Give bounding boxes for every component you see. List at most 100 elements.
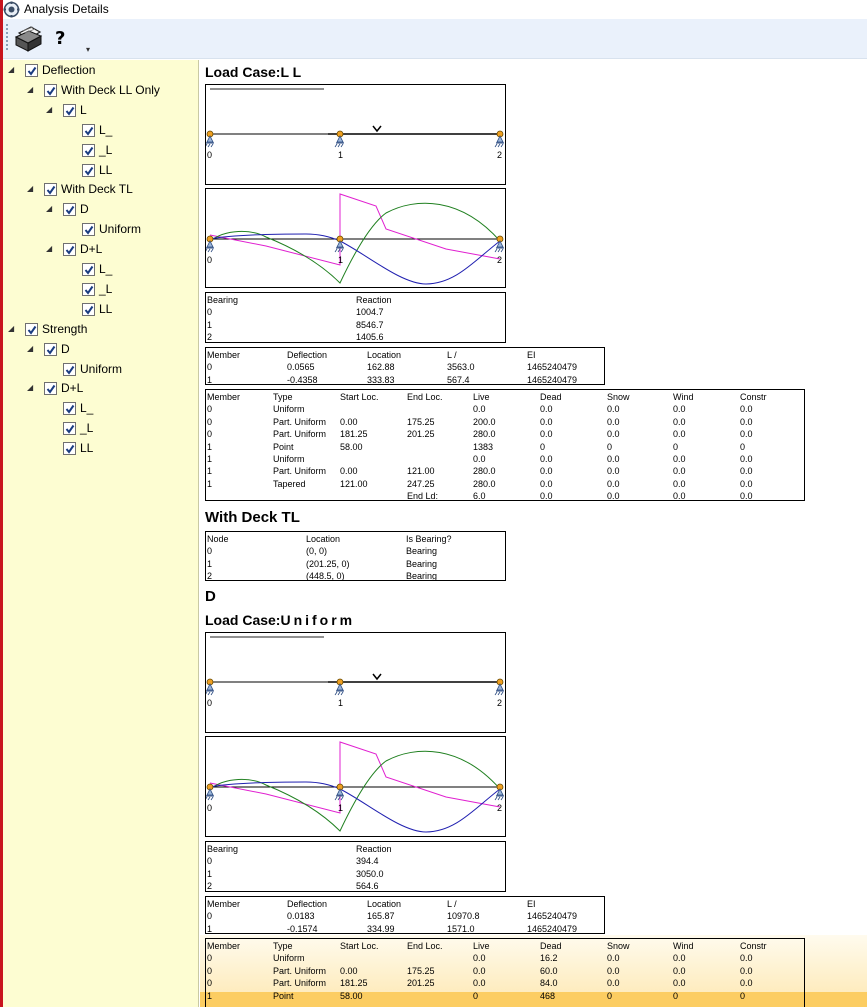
tree-checkbox[interactable] bbox=[82, 163, 95, 177]
table-cell: 0.0 bbox=[607, 491, 620, 502]
table-cell: 0.0 bbox=[607, 466, 620, 477]
table-cell: 0 bbox=[207, 856, 213, 867]
tree-checkbox[interactable] bbox=[44, 382, 57, 396]
tree-checkbox[interactable] bbox=[44, 342, 57, 356]
tree-checkbox[interactable] bbox=[63, 362, 76, 376]
tree-checkbox[interactable] bbox=[63, 442, 76, 456]
table-cell: Tapered bbox=[273, 478, 306, 489]
table-header-cell: Start Loc. bbox=[340, 941, 379, 951]
tree-checkbox[interactable] bbox=[63, 243, 76, 257]
table-cell: 0.0 bbox=[473, 404, 486, 415]
table-cell: (0, 0) bbox=[306, 546, 328, 557]
table-cell: 0.0 bbox=[540, 429, 553, 440]
table-cell: 0.0 bbox=[473, 978, 486, 989]
collapse-arrow-icon[interactable]: ◢ bbox=[27, 379, 37, 397]
table-cell: 0.0 bbox=[673, 429, 686, 440]
tree-checkbox[interactable] bbox=[44, 183, 57, 197]
table-cell: 280.0 bbox=[473, 466, 496, 477]
tree-checkbox[interactable] bbox=[63, 203, 76, 217]
tree-checkbox[interactable] bbox=[82, 123, 95, 137]
tree-checkbox[interactable] bbox=[63, 103, 76, 117]
table-header-cell: Dead bbox=[540, 392, 562, 402]
table-header-cell: Snow bbox=[607, 941, 630, 951]
table-cell: 0.0 bbox=[607, 953, 620, 964]
collapse-arrow-icon[interactable]: ◢ bbox=[27, 180, 37, 198]
tree-checkbox[interactable] bbox=[25, 64, 38, 77]
tree-node-label: LL bbox=[99, 301, 113, 316]
beam-svg: 0 1 2 bbox=[206, 88, 504, 160]
table-header-cell: Location bbox=[367, 350, 402, 360]
table-cell: 0.0 bbox=[740, 404, 753, 415]
toolbar-grip[interactable] bbox=[6, 24, 8, 52]
table-cell: 247.25 bbox=[407, 478, 435, 489]
node-label: 2 bbox=[497, 803, 502, 813]
table-cell: 0.0 bbox=[740, 429, 753, 440]
table-cell: Bearing bbox=[406, 546, 438, 557]
table-header-cell: Dead bbox=[540, 941, 562, 951]
support-icon bbox=[206, 130, 214, 148]
tree-checkbox[interactable] bbox=[82, 282, 95, 296]
collapse-arrow-icon[interactable]: ◢ bbox=[27, 340, 37, 358]
tree-node-label: D bbox=[80, 202, 89, 217]
table-cell: 0.0 bbox=[473, 965, 486, 976]
table-cell: 0.0565 bbox=[287, 362, 315, 373]
deflection-curve bbox=[209, 233, 501, 285]
collapse-arrow-icon[interactable]: ◢ bbox=[27, 81, 37, 99]
table-cell: 121.00 bbox=[407, 466, 435, 477]
collapse-arrow-icon[interactable]: ◢ bbox=[46, 200, 56, 218]
table-header-cell: Type bbox=[273, 392, 293, 402]
tree-node-label: Uniform bbox=[80, 361, 123, 376]
tree-checkbox[interactable] bbox=[82, 263, 95, 276]
load-case-heading-uniform: Load Case:Uniform bbox=[205, 612, 355, 628]
print-icon[interactable] bbox=[13, 23, 43, 53]
beam-svg: 0 1 2 bbox=[206, 636, 504, 708]
table-cell: 165.87 bbox=[367, 911, 395, 922]
table-cell: 0.0 bbox=[673, 965, 686, 976]
tree-checkbox[interactable] bbox=[82, 302, 95, 316]
deflection-plot: 0 1 2 bbox=[205, 188, 506, 288]
node-label: 1 bbox=[338, 698, 343, 708]
tree-checkbox[interactable] bbox=[82, 143, 95, 157]
support-icon bbox=[206, 783, 214, 801]
table-cell: 1 bbox=[207, 478, 213, 489]
point-load-arrow bbox=[372, 125, 382, 133]
tree-node-label: D+L bbox=[80, 242, 103, 257]
toolbar-overflow-icon[interactable]: ▾ bbox=[86, 45, 90, 54]
table-header-cell: EI bbox=[527, 350, 536, 360]
tree-checkbox[interactable] bbox=[63, 402, 76, 416]
table-cell: Uniform bbox=[273, 953, 305, 964]
table-cell: 0.0 bbox=[673, 454, 686, 464]
collapse-arrow-icon[interactable]: ◢ bbox=[8, 61, 18, 79]
table-cell: 0 bbox=[207, 429, 213, 440]
table-cell: 1 bbox=[207, 923, 213, 934]
table-cell: 84.0 bbox=[540, 978, 558, 989]
table-cell: 0 bbox=[607, 990, 613, 1001]
table-cell: End Ld: bbox=[407, 491, 439, 502]
tree-checkbox[interactable] bbox=[44, 83, 57, 97]
table-cell: 1 bbox=[207, 990, 213, 1001]
table-cell: 0 bbox=[207, 978, 213, 989]
table-cell: Part. Uniform bbox=[273, 429, 327, 440]
table-header-cell: Member bbox=[207, 941, 241, 951]
table-header-cell: Location bbox=[306, 534, 341, 544]
table-cell: 200.0 bbox=[473, 416, 496, 427]
table-cell: 0.0 bbox=[740, 416, 753, 427]
collapse-arrow-icon[interactable]: ◢ bbox=[46, 240, 56, 258]
table-cell: 2 bbox=[207, 332, 213, 343]
table-cell: 0.0 bbox=[540, 478, 553, 489]
table-cell: 0 bbox=[740, 441, 746, 452]
bearing-table: Bearing Reaction 0 394.4 1 3050.0 2 564.6 bbox=[205, 841, 506, 892]
table-cell: 0.0 bbox=[540, 454, 553, 464]
collapse-arrow-icon[interactable]: ◢ bbox=[46, 101, 56, 119]
collapse-arrow-icon[interactable]: ◢ bbox=[8, 320, 18, 338]
tree-checkbox[interactable] bbox=[82, 223, 95, 237]
table-header-cell: L / bbox=[447, 350, 457, 360]
tree-checkbox[interactable] bbox=[25, 322, 38, 336]
load-case-heading: Load Case:L L bbox=[205, 64, 302, 80]
tree-node-label: Strength bbox=[42, 321, 88, 336]
help-icon[interactable]: ? bbox=[55, 28, 65, 49]
table-cell: 0.00 bbox=[340, 466, 358, 477]
table-cell: 0.0 bbox=[607, 978, 620, 989]
tree-checkbox[interactable] bbox=[63, 422, 76, 436]
table-header-cell: Member bbox=[207, 350, 241, 360]
